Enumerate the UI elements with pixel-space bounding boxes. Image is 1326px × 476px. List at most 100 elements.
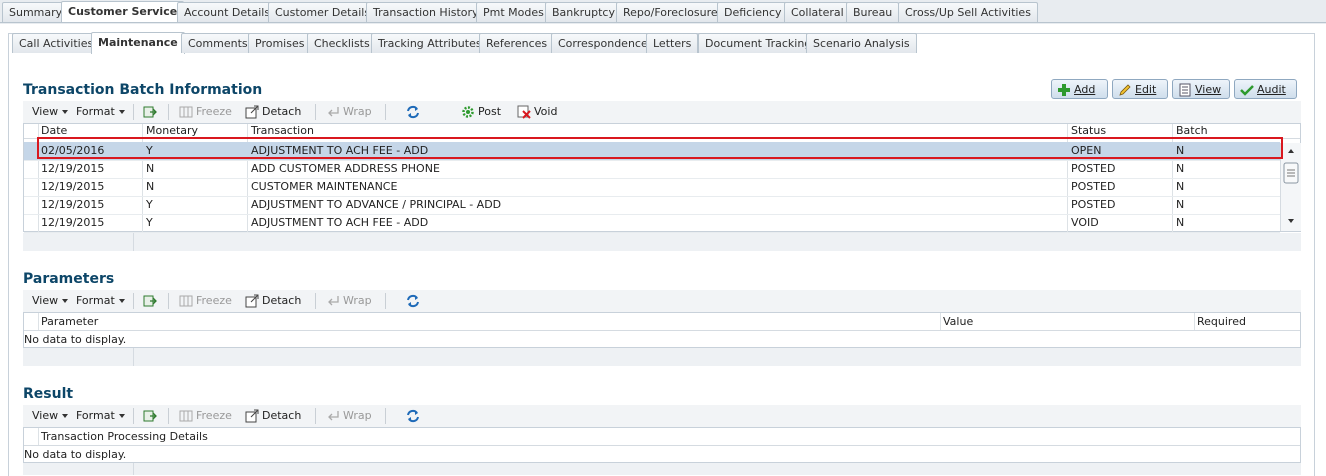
footer-divider: [133, 463, 134, 475]
add-button-label: Add: [1074, 83, 1096, 96]
subtab-tracking-attributes[interactable]: Tracking Attributes: [371, 33, 489, 53]
edit-button-label: Edit: [1135, 83, 1157, 96]
chevron-down-icon: [118, 414, 125, 418]
detach-icon: [245, 105, 259, 119]
subtab-checklists[interactable]: Checklists: [307, 33, 377, 53]
view-menu[interactable]: View: [32, 293, 69, 309]
batch-section-title: Transaction Batch Information: [23, 82, 263, 98]
table-row[interactable]: 12/19/2015 Y ADJUSTMENT TO ACH FEE - ADD…: [24, 214, 1280, 233]
tab-cross-up-sell-activities[interactable]: Cross/Up Sell Activities: [898, 2, 1038, 22]
freeze-button[interactable]: Freeze: [179, 104, 232, 120]
table-row[interactable]: 12/19/2015 N CUSTOMER MAINTENANCE POSTED…: [24, 178, 1280, 197]
column-header-date[interactable]: Date: [41, 124, 67, 138]
batch-table-scrollbar[interactable]: [1280, 143, 1301, 231]
column-header-batch[interactable]: Batch: [1176, 124, 1208, 138]
column-divider: [38, 313, 39, 330]
export-button[interactable]: [143, 293, 160, 309]
column-divider: [940, 313, 941, 330]
tab-customer-details[interactable]: Customer Details: [268, 2, 378, 22]
subtab-call-activities[interactable]: Call Activities: [12, 33, 101, 53]
wrap-button[interactable]: Wrap: [326, 408, 372, 424]
date-cell: 12/19/2015: [41, 216, 105, 229]
detach-button[interactable]: Detach: [245, 104, 301, 120]
tab-customer-service[interactable]: Customer Service: [61, 1, 185, 23]
wrap-button[interactable]: Wrap: [326, 104, 372, 120]
tab-pmt-modes[interactable]: Pmt Modes: [476, 2, 551, 22]
view-menu[interactable]: View: [32, 104, 69, 120]
document-icon: [1178, 83, 1192, 97]
tab-account-details[interactable]: Account Details: [177, 2, 278, 22]
column-header-required[interactable]: Required: [1197, 315, 1246, 329]
export-button[interactable]: [143, 408, 160, 424]
subtab-promises[interactable]: Promises: [248, 33, 312, 53]
export-button[interactable]: [143, 104, 160, 120]
table-row[interactable]: 12/19/2015 Y ADJUSTMENT TO ADVANCE / PRI…: [24, 196, 1280, 215]
date-cell: 12/19/2015: [41, 180, 105, 193]
wrap-icon: [326, 105, 340, 119]
column-header-transaction-processing-details[interactable]: Transaction Processing Details: [41, 430, 208, 444]
monetary-cell: Y: [146, 198, 153, 211]
status-cell: POSTED: [1071, 198, 1116, 211]
edit-button[interactable]: Edit: [1112, 79, 1168, 99]
freeze-button[interactable]: Freeze: [179, 293, 232, 309]
freeze-icon: [179, 105, 193, 119]
view-button-label: View: [1195, 83, 1222, 96]
date-cell: 12/19/2015: [41, 162, 105, 175]
subtab-document-tracking[interactable]: Document Tracking: [698, 33, 819, 53]
column-divider: [38, 428, 39, 445]
wrap-button[interactable]: Wrap: [326, 293, 372, 309]
table-row[interactable]: 12/19/2015 N ADD CUSTOMER ADDRESS PHONE …: [24, 160, 1280, 179]
format-menu[interactable]: Format: [76, 293, 125, 309]
parameters-table: Parameter Value Required No data to disp…: [23, 312, 1301, 348]
freeze-button[interactable]: Freeze: [179, 408, 232, 424]
column-header-status[interactable]: Status: [1071, 124, 1106, 138]
subtab-comments[interactable]: Comments: [181, 33, 255, 53]
status-cell: POSTED: [1071, 162, 1116, 175]
column-header-monetary[interactable]: Monetary: [146, 124, 198, 138]
tab-transaction-history[interactable]: Transaction History: [366, 2, 486, 22]
post-label: Post: [478, 105, 502, 118]
view-menu[interactable]: View: [32, 408, 69, 424]
gear-icon: [461, 105, 475, 119]
batch-cell: N: [1176, 198, 1185, 211]
tab-bureau[interactable]: Bureau: [846, 2, 900, 22]
detach-button[interactable]: Detach: [245, 293, 301, 309]
column-header-transaction[interactable]: Transaction: [251, 124, 314, 138]
refresh-button[interactable]: [405, 104, 422, 120]
tab-repo-foreclosure[interactable]: Repo/Foreclosure: [616, 2, 725, 22]
detach-label: Detach: [262, 409, 302, 422]
tab-collateral[interactable]: Collateral: [784, 2, 851, 22]
subtab-scenario-analysis[interactable]: Scenario Analysis: [806, 33, 917, 53]
tab-summary[interactable]: Summary: [2, 2, 70, 22]
refresh-button[interactable]: [405, 293, 422, 309]
subtab-references[interactable]: References: [479, 33, 555, 53]
add-button[interactable]: Add: [1051, 79, 1108, 99]
refresh-button[interactable]: [405, 408, 422, 424]
format-menu[interactable]: Format: [76, 104, 125, 120]
pencil-icon: [1118, 83, 1132, 97]
column-header-value[interactable]: Value: [943, 315, 973, 329]
void-button[interactable]: Void: [517, 104, 557, 120]
view-button[interactable]: View: [1172, 79, 1230, 99]
column-header-parameter[interactable]: Parameter: [41, 315, 98, 329]
subtab-correspondence[interactable]: Correspondence: [551, 33, 655, 53]
status-cell: VOID: [1071, 216, 1099, 229]
audit-button-label: Audit: [1257, 83, 1286, 96]
detach-button[interactable]: Detach: [245, 408, 301, 424]
toolbar-separator: [168, 408, 169, 424]
post-button[interactable]: Post: [461, 104, 501, 120]
transaction-cell: ADJUSTMENT TO ADVANCE / PRINCIPAL - ADD: [251, 198, 502, 211]
subtab-maintenance[interactable]: Maintenance: [91, 32, 185, 54]
format-menu[interactable]: Format: [76, 408, 125, 424]
audit-button[interactable]: Audit: [1234, 79, 1297, 99]
footer-divider: [133, 348, 134, 366]
tab-bankruptcy[interactable]: Bankruptcy: [545, 2, 622, 22]
detach-icon: [245, 294, 259, 308]
wrap-label: Wrap: [343, 105, 372, 118]
export-icon: [143, 105, 157, 119]
subtab-letters[interactable]: Letters: [646, 33, 699, 53]
tab-deficiency[interactable]: Deficiency: [717, 2, 789, 22]
monetary-cell: Y: [146, 216, 153, 229]
toolbar-separator: [168, 104, 169, 120]
empty-message: No data to display.: [24, 448, 127, 461]
